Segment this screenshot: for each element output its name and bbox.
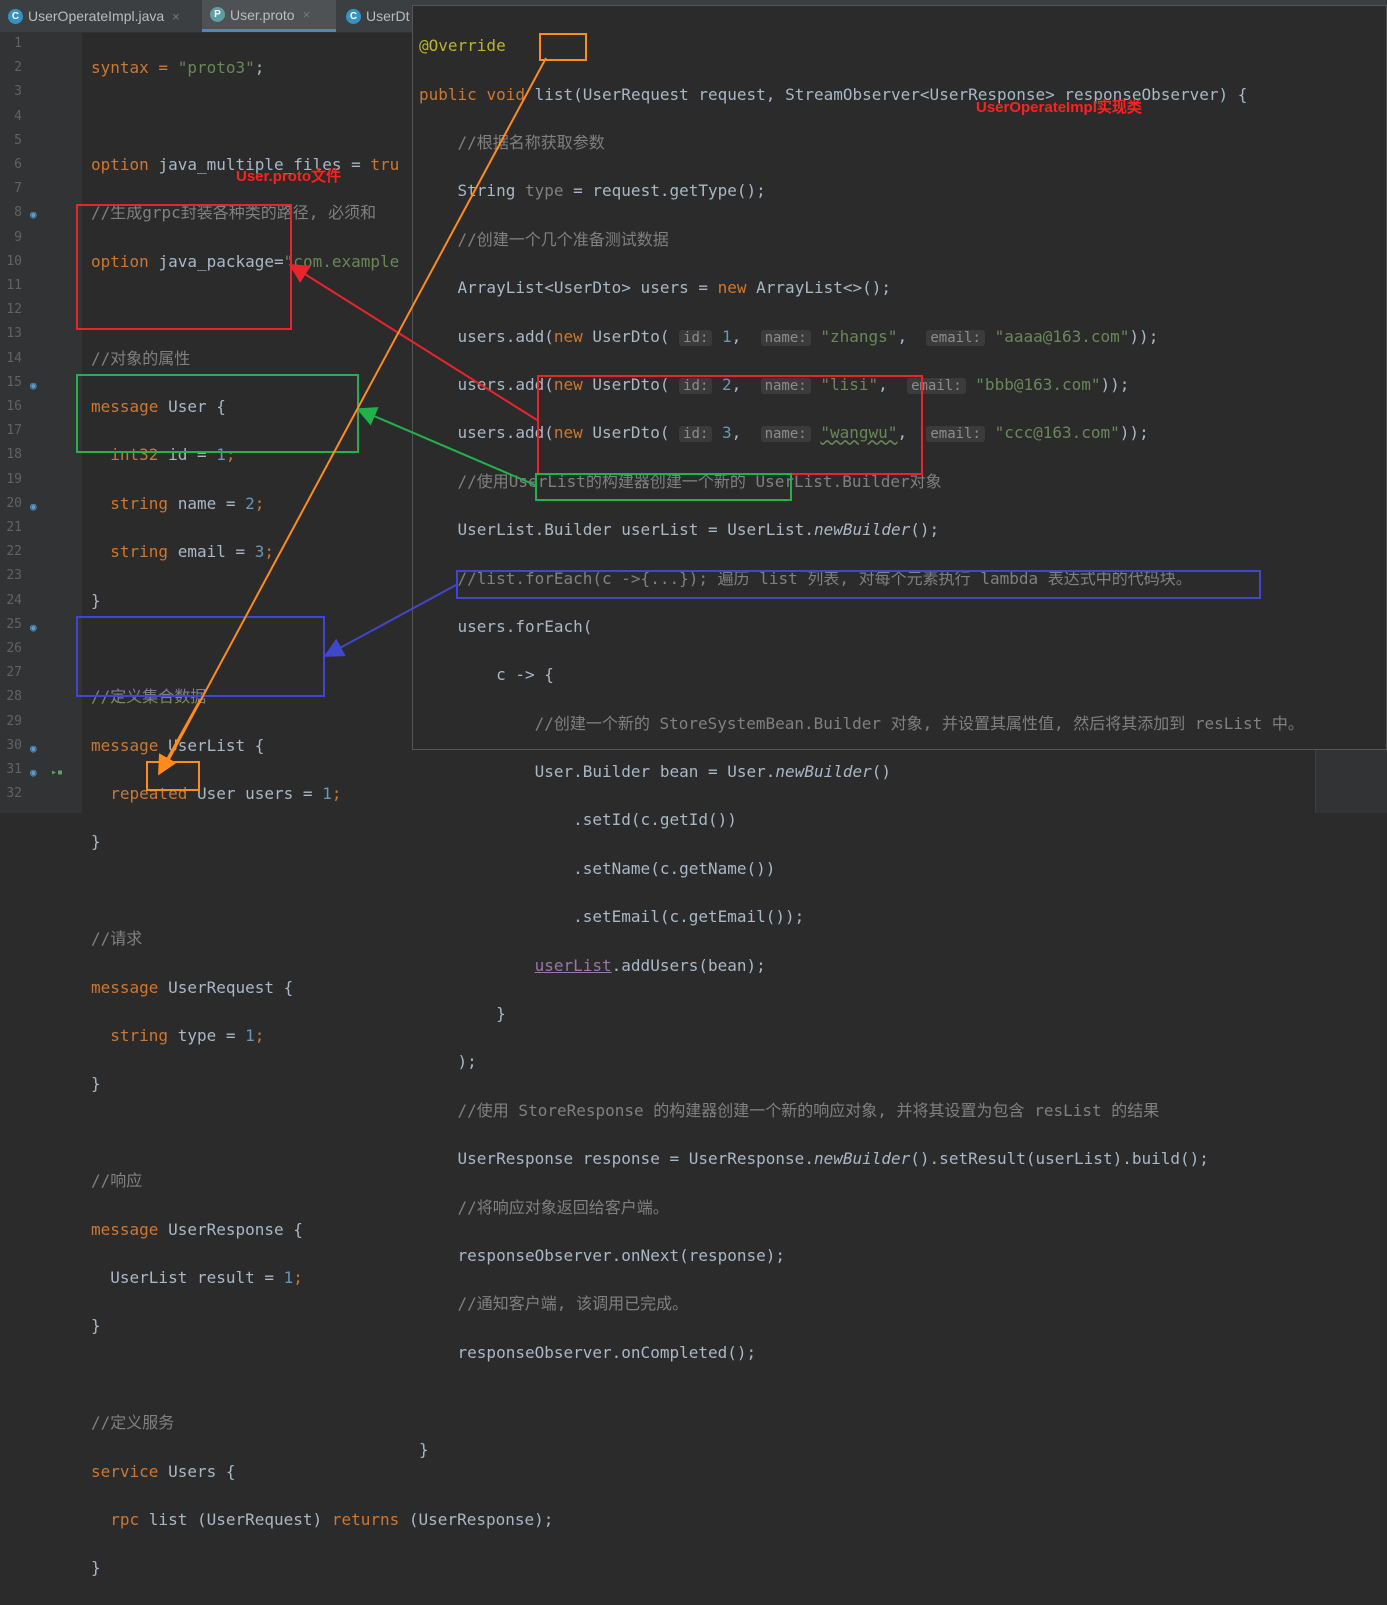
- red-arrow: [288, 263, 538, 421]
- orange-arrow: [158, 699, 201, 776]
- green-arrow: [356, 407, 536, 486]
- orange-line: [166, 57, 547, 764]
- connector-arrows: [158, 57, 547, 776]
- blue-arrow: [323, 584, 457, 657]
